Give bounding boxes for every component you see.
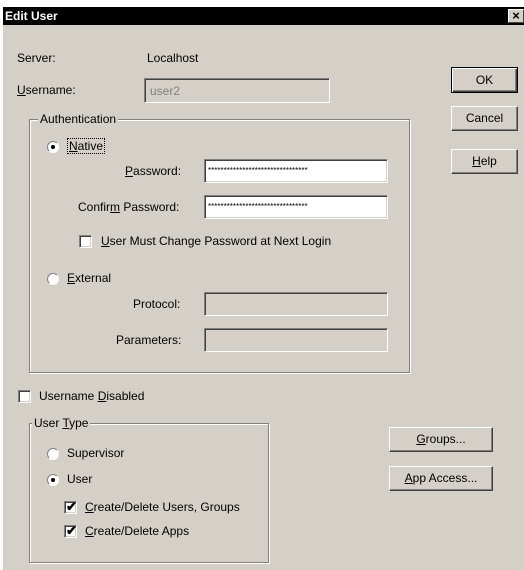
window-title: Edit User: [5, 9, 58, 23]
username-value: user2: [150, 84, 181, 98]
must-change-checkbox[interactable]: [79, 235, 92, 248]
user-label[interactable]: User: [67, 472, 92, 486]
create-apps-checkbox[interactable]: ✔: [64, 523, 77, 538]
user-radio-dot: [51, 478, 55, 482]
supervisor-radio[interactable]: [47, 448, 59, 460]
title-bar: Edit User ×: [3, 7, 524, 25]
help-button[interactable]: Help: [451, 149, 518, 174]
confirm-password-value: ********************************: [208, 202, 308, 211]
ok-button[interactable]: OK: [451, 67, 518, 93]
external-label[interactable]: External: [67, 271, 111, 285]
username-label: Username:: [17, 83, 76, 97]
create-apps-label[interactable]: Create/Delete Apps: [85, 524, 189, 538]
native-radio-dot: [51, 145, 55, 149]
close-icon: ×: [512, 8, 520, 23]
protocol-label: Protocol:: [133, 297, 181, 311]
edit-user-dialog: Edit User × Server: Localhost Username: …: [3, 7, 524, 570]
authentication-title: Authentication: [38, 112, 119, 126]
username-disabled-checkbox[interactable]: [18, 390, 31, 403]
username-field[interactable]: user2: [144, 78, 330, 103]
user-type-title: User Type: [32, 416, 91, 430]
native-label[interactable]: Native: [67, 138, 106, 154]
confirm-password-label: Confirm Password:: [78, 200, 180, 214]
must-change-label[interactable]: User Must Change Password at Next Login: [101, 234, 331, 248]
check-icon: ✔: [66, 523, 77, 538]
create-users-label[interactable]: Create/Delete Users, Groups: [85, 500, 240, 514]
server-value: Localhost: [147, 51, 199, 65]
confirm-password-field[interactable]: ********************************: [204, 195, 388, 219]
check-icon: ✔: [66, 499, 77, 514]
external-radio[interactable]: [47, 273, 59, 285]
user-type-group: User Type Supervisor User ✔ Create/Delet…: [29, 416, 269, 563]
protocol-field[interactable]: [204, 292, 388, 316]
cancel-button[interactable]: Cancel: [451, 106, 518, 131]
server-label: Server:: [17, 51, 56, 65]
authentication-group: Authentication Native Password: ********…: [29, 112, 410, 373]
supervisor-label[interactable]: Supervisor: [67, 446, 124, 460]
create-users-checkbox[interactable]: ✔: [64, 499, 77, 514]
groups-button[interactable]: Groups...: [389, 427, 493, 452]
user-radio[interactable]: [47, 474, 59, 486]
close-button[interactable]: ×: [508, 9, 524, 23]
username-disabled-label[interactable]: Username Disabled: [39, 389, 144, 403]
app-access-button[interactable]: App Access...: [389, 466, 493, 491]
password-label: Password:: [125, 164, 182, 178]
parameters-field[interactable]: [204, 328, 388, 352]
password-value: ********************************: [208, 166, 308, 175]
parameters-label: Parameters:: [116, 333, 182, 347]
password-field[interactable]: ********************************: [204, 159, 388, 183]
native-radio[interactable]: [47, 141, 59, 153]
